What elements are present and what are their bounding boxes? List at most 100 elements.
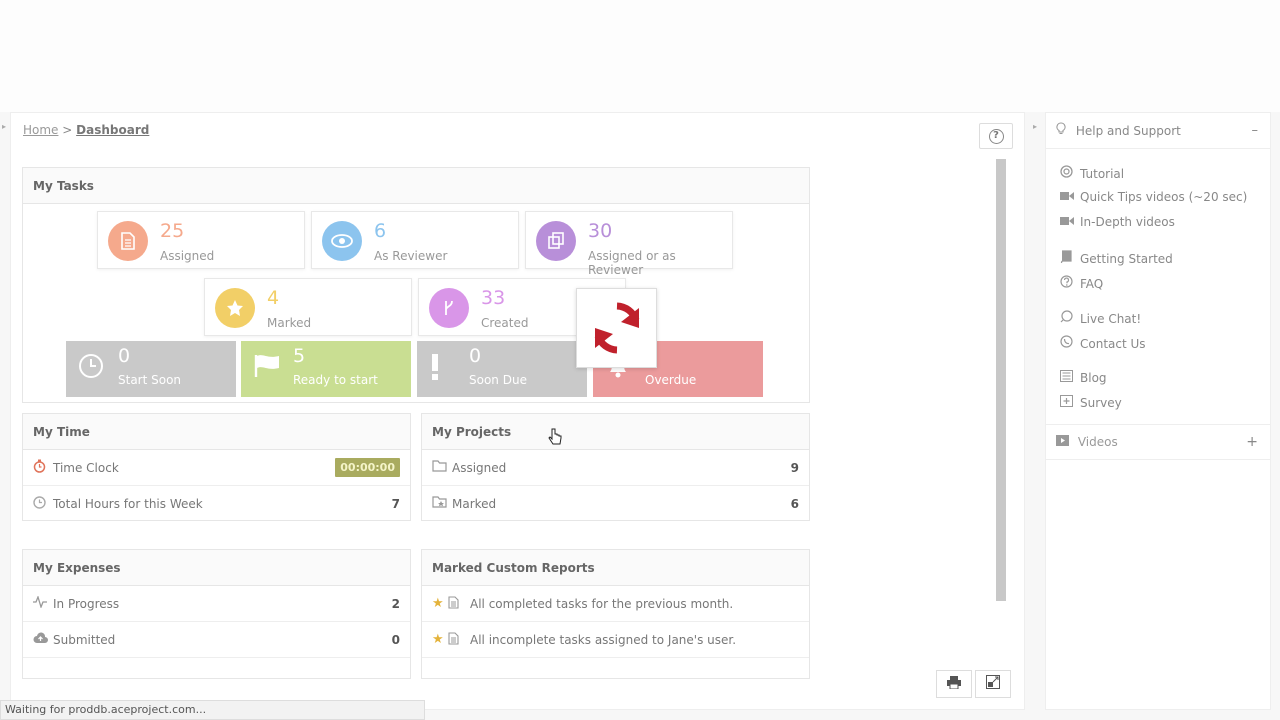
right-panel-toggle-icon[interactable]: ▸ <box>1033 122 1037 131</box>
report-label[interactable]: All completed tasks for the previous mon… <box>470 597 799 611</box>
clock-icon <box>78 353 104 385</box>
task-card-as-reviewer[interactable]: 6 As Reviewer <box>311 211 519 269</box>
newspaper-icon <box>1060 370 1080 385</box>
my-expenses-title: My Expenses <box>23 550 410 586</box>
refresh-icon <box>594 302 639 354</box>
task-card-label: Assigned <box>160 249 215 263</box>
help-support-title: Help and Support <box>1075 124 1181 138</box>
expenses-submitted-value: 0 <box>391 632 400 647</box>
report-row[interactable]: ★ All incomplete tasks assigned to Jane'… <box>422 622 809 658</box>
expenses-in-progress-value: 2 <box>391 596 400 611</box>
help-link-blog[interactable]: Blog <box>1060 370 1107 385</box>
expenses-in-progress-row[interactable]: In Progress 2 <box>23 586 410 622</box>
breadcrumb-current[interactable]: Dashboard <box>76 123 149 137</box>
expand-icon <box>986 675 1000 693</box>
help-link-survey[interactable]: Survey <box>1060 395 1122 410</box>
custom-reports-title: Marked Custom Reports <box>422 550 809 586</box>
time-clock-row[interactable]: Time Clock 00:00:00 <box>23 450 410 486</box>
help-link-label: Blog <box>1080 371 1107 385</box>
task-card-assigned-or-reviewer[interactable]: 30 Assigned or as Reviewer <box>525 211 733 277</box>
projects-marked-row[interactable]: Marked 6 <box>422 486 809 522</box>
task-card-value: 6 <box>374 220 387 242</box>
status-tile-soon-due[interactable]: 0 Soon Due <box>417 341 587 397</box>
loading-spinner <box>576 288 657 368</box>
status-tile-start-soon[interactable]: 0 Start Soon <box>66 341 236 397</box>
flag-icon <box>253 353 281 385</box>
my-projects-panel: My Projects Assigned 9 Marked 6 <box>421 413 810 521</box>
pulse-icon <box>33 594 53 612</box>
breadcrumb-home-link[interactable]: Home <box>23 123 58 137</box>
projects-marked-label: Marked <box>452 497 497 511</box>
help-button[interactable]: ? <box>979 123 1013 149</box>
my-time-title: My Time <box>23 414 410 450</box>
help-link-label: Contact Us <box>1080 337 1146 351</box>
star-icon[interactable]: ★ <box>432 632 448 647</box>
breadcrumb: Home > Dashboard <box>23 123 149 137</box>
report-document-icon <box>448 595 470 612</box>
top-banner <box>0 0 1280 112</box>
status-tile-label: Start Soon <box>118 373 182 387</box>
book-icon <box>1060 250 1080 266</box>
task-card-marked[interactable]: 4 Marked <box>204 278 412 336</box>
my-projects-title: My Projects <box>422 414 809 450</box>
help-link-tutorial[interactable]: Tutorial <box>1060 165 1124 181</box>
total-hours-row[interactable]: Total Hours for this Week 7 <box>23 486 410 522</box>
videos-section-header[interactable]: Videos + <box>1046 424 1270 460</box>
main-content: Home > Dashboard ? My Tasks 25 Assigned … <box>10 112 1025 710</box>
help-link-label: FAQ <box>1080 277 1104 291</box>
star-icon <box>215 288 255 328</box>
browser-status-bar: Waiting for proddb.aceproject.com... <box>0 700 425 720</box>
help-link-quick-tips[interactable]: Quick Tips videos (~20 sec) <box>1060 190 1247 204</box>
help-link-contact-us[interactable]: Contact Us <box>1060 335 1146 351</box>
video-camera-icon <box>1060 215 1080 229</box>
report-label[interactable]: All incomplete tasks assigned to Jane's … <box>470 633 799 647</box>
task-card-label: As Reviewer <box>374 249 448 263</box>
star-icon[interactable]: ★ <box>432 596 448 611</box>
task-card-assigned[interactable]: 25 Assigned <box>97 211 305 269</box>
help-support-panel: Help and Support – Tutorial Quick Tips v… <box>1045 112 1271 710</box>
left-panel-toggle-icon[interactable]: ▸ <box>2 122 8 132</box>
copy-icon <box>536 221 576 261</box>
expand-icon[interactable]: + <box>1246 425 1258 459</box>
status-tile-value: 5 <box>293 345 306 367</box>
time-clock-display[interactable]: 00:00:00 <box>335 458 400 477</box>
exclamation-icon <box>429 353 441 387</box>
task-card-label: Marked <box>267 316 312 330</box>
help-support-header[interactable]: Help and Support – <box>1046 113 1270 149</box>
print-button[interactable] <box>936 670 972 698</box>
status-tile-value: 0 <box>118 345 131 367</box>
scrollbar-thumb[interactable] <box>996 159 1006 601</box>
status-tile-label: Soon Due <box>469 373 527 387</box>
help-link-faq[interactable]: FAQ <box>1060 275 1103 291</box>
status-tile-label: Ready to start <box>293 373 378 387</box>
status-tile-label: Overdue <box>645 373 697 387</box>
collapse-icon[interactable]: – <box>1252 113 1259 149</box>
fullscreen-button[interactable] <box>975 670 1011 698</box>
task-card-value: 4 <box>267 287 280 309</box>
task-card-value: 30 <box>588 220 613 242</box>
survey-icon <box>1060 395 1080 410</box>
help-link-label: Getting Started <box>1080 252 1173 266</box>
status-tile-ready-to-start[interactable]: 5 Ready to start <box>241 341 411 397</box>
time-clock-label: Time Clock <box>53 460 119 475</box>
cloud-upload-icon <box>33 631 53 648</box>
play-icon <box>1056 425 1074 459</box>
help-link-label: Live Chat! <box>1080 312 1142 326</box>
folder-star-icon <box>432 496 452 512</box>
printer-icon <box>947 675 961 693</box>
my-time-panel: My Time Time Clock 00:00:00 Total Hours … <box>22 413 411 521</box>
phone-icon <box>1060 335 1080 351</box>
projects-assigned-row[interactable]: Assigned 9 <box>422 450 809 486</box>
folder-icon <box>432 459 452 476</box>
help-link-live-chat[interactable]: Live Chat! <box>1060 310 1141 326</box>
help-link-in-depth[interactable]: In-Depth videos <box>1060 215 1175 229</box>
chat-icon <box>1060 310 1080 326</box>
lightbulb-icon <box>1056 113 1072 149</box>
help-link-label: Tutorial <box>1080 167 1125 181</box>
expenses-submitted-row[interactable]: Submitted 0 <box>23 622 410 658</box>
hand-cursor-icon <box>548 428 562 450</box>
help-link-getting-started[interactable]: Getting Started <box>1060 250 1173 266</box>
clock-icon <box>33 495 53 513</box>
report-row[interactable]: ★ All completed tasks for the previous m… <box>422 586 809 622</box>
total-hours-label: Total Hours for this Week <box>53 497 203 511</box>
